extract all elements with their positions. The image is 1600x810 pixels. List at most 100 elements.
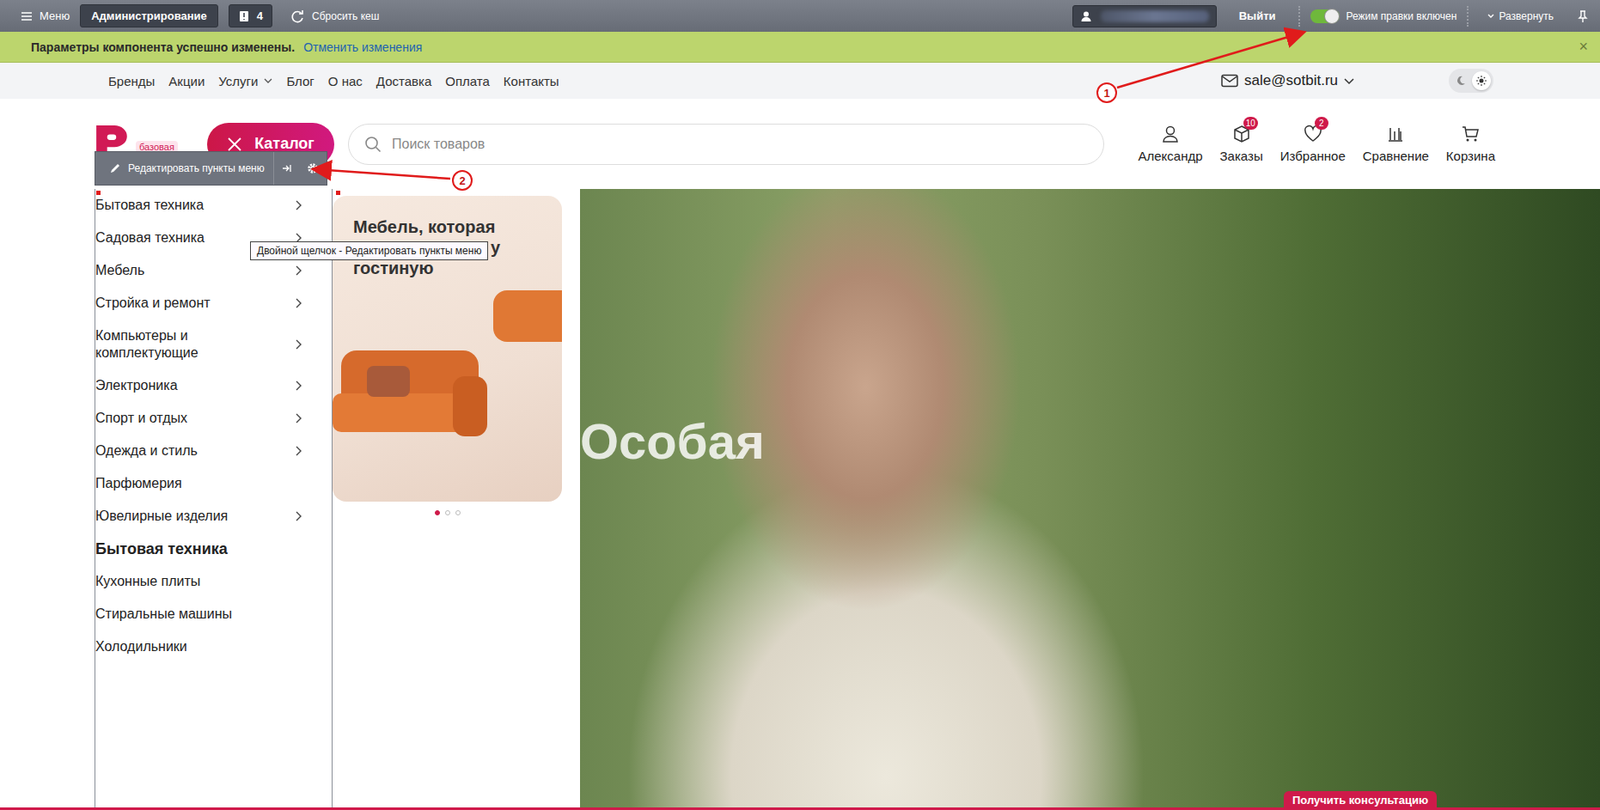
submenu-item[interactable]: Холодильники <box>95 630 332 664</box>
hamburger-icon <box>20 10 33 23</box>
menu-item[interactable]: Бытовая техника <box>95 189 332 222</box>
menu-item[interactable]: Ювелирные изделия <box>95 500 332 533</box>
carousel-dot[interactable] <box>434 510 440 516</box>
gear-icon <box>305 161 320 176</box>
expand-button[interactable]: Развернуть <box>1478 10 1563 23</box>
carousel-dot[interactable] <box>445 510 451 516</box>
nav-link[interactable]: Доставка <box>376 73 432 89</box>
main-content: Бытовая техника Садовая техника Мебель С… <box>0 189 1600 808</box>
annotation-number: 1 <box>1096 82 1118 104</box>
carousel-dot[interactable] <box>455 510 461 516</box>
search-field[interactable]: Поиск товаров <box>348 123 1105 165</box>
user-icon <box>1160 124 1180 144</box>
chevron-right-icon <box>293 298 304 309</box>
chevron-right-icon <box>293 413 304 424</box>
pencil-icon <box>109 162 122 175</box>
notifications-button[interactable]: 4 <box>228 4 273 28</box>
notice-bar: Параметры компонента успешно изменены. О… <box>0 31 1600 63</box>
chevron-right-icon <box>293 511 304 522</box>
chevron-down-icon <box>1487 12 1495 20</box>
edit-mode-switch[interactable]: Режим правки включен <box>1310 9 1458 24</box>
annotation-number: 2 <box>451 170 473 191</box>
nav-link[interactable]: Блог <box>286 73 314 89</box>
theme-switch[interactable] <box>1448 68 1494 93</box>
count-badge: 10 <box>1243 116 1259 130</box>
chevron-right-icon <box>293 380 304 391</box>
arrow-right-icon <box>281 163 293 174</box>
notice-message: Параметры компонента успешно изменены. <box>30 40 295 55</box>
promo-line: Мебель, которая <box>353 216 542 238</box>
submenu-title[interactable]: Бытовая техника <box>95 532 332 566</box>
arrow-2 <box>314 169 451 179</box>
pin-icon[interactable] <box>1575 9 1590 24</box>
logout-button[interactable]: Выйти <box>1227 9 1289 23</box>
nav-link[interactable]: Акции <box>168 73 205 89</box>
notification-icon <box>238 10 251 23</box>
hero-banner[interactable]: Особая <box>580 189 1600 808</box>
separator <box>1466 6 1469 27</box>
nav-link[interactable]: Контакты <box>503 73 560 89</box>
top-nav: Бренды Акции Услуги Блог О нас Доставка … <box>0 62 1600 99</box>
menu-item[interactable]: Электроника <box>95 369 332 403</box>
user-icon <box>1080 10 1093 23</box>
header-action[interactable]: 2 Избранное <box>1280 124 1346 164</box>
user-name-blurred <box>1100 10 1210 23</box>
bottom-line <box>0 807 1600 810</box>
reset-cache-button[interactable]: Сбросить кеш <box>289 8 379 25</box>
edit-area-marker <box>335 190 341 196</box>
chevron-right-icon <box>293 200 304 211</box>
header-action[interactable]: Корзина <box>1446 124 1496 164</box>
annotation-arrows <box>0 0 1600 810</box>
refresh-icon <box>289 8 306 25</box>
close-button[interactable]: × <box>1578 37 1588 56</box>
count-badge: 2 <box>1314 116 1329 130</box>
submenu-item[interactable]: Стиральные машины <box>95 598 332 631</box>
admin-bar: Меню Администрирование 4 Сбросить кеш Вы… <box>0 0 1600 32</box>
menu-item[interactable]: Одежда и стиль <box>95 434 332 468</box>
moon-icon <box>1455 75 1466 86</box>
separator <box>1298 6 1301 27</box>
menu-item[interactable]: Компьютеры и комплектующие <box>95 319 332 370</box>
nav-link[interactable]: О нас <box>328 73 363 89</box>
page: Меню Администрирование 4 Сбросить кеш Вы… <box>0 0 1600 810</box>
toggle[interactable] <box>1310 9 1340 24</box>
nav-link[interactable]: Бренды <box>108 73 155 89</box>
chevron-down-icon <box>263 76 273 86</box>
sofa-picture <box>332 350 488 454</box>
menu-button[interactable]: Меню <box>20 9 70 23</box>
menu-item[interactable]: Спорт и отдых <box>95 402 332 435</box>
arrow-1 <box>1117 32 1303 88</box>
undo-link[interactable]: Отменить изменения <box>303 40 422 55</box>
nav-link[interactable]: Услуги <box>218 73 273 89</box>
chevron-right-icon <box>293 339 304 350</box>
light-theme-option[interactable] <box>1471 71 1491 91</box>
edit-toolbar: Редактировать пункты меню <box>94 151 328 186</box>
sun-icon <box>1476 75 1487 86</box>
close-icon <box>226 136 243 153</box>
catalog-menu: Бытовая техника Садовая техника Мебель С… <box>94 189 333 808</box>
header-action[interactable]: Сравнение <box>1362 124 1430 164</box>
chevron-right-icon <box>293 445 304 457</box>
edit-menu-button[interactable]: Редактировать пункты меню <box>95 152 275 185</box>
promo-line: гостиную <box>353 257 542 279</box>
menu-item[interactable]: Стройка и ремонт <box>95 287 332 320</box>
header-action[interactable]: 10 Заказы <box>1220 124 1264 164</box>
carousel-dots <box>332 501 562 516</box>
menu-item[interactable]: Парфюмерия <box>95 467 332 501</box>
email-link[interactable]: sale@sotbit.ru <box>1221 72 1355 90</box>
submenu-item[interactable]: Кухонные плиты <box>95 565 332 599</box>
chevron-right-icon <box>293 265 304 276</box>
user-field[interactable] <box>1072 5 1217 28</box>
compare-icon <box>1386 124 1405 144</box>
tooltip: Двойной щелчок - Редактировать пункты ме… <box>250 241 489 261</box>
nav-link[interactable]: Оплата <box>445 73 490 89</box>
search-icon <box>364 135 382 153</box>
hero-title: Особая <box>580 189 1600 470</box>
cart-icon <box>1460 124 1480 144</box>
admin-button[interactable]: Администрирование <box>79 4 219 28</box>
header-action[interactable]: Александр <box>1138 124 1204 164</box>
settings-button[interactable] <box>299 152 326 185</box>
dark-theme-option[interactable] <box>1451 71 1471 91</box>
collapse-button[interactable] <box>274 152 300 185</box>
mail-icon <box>1221 72 1239 90</box>
